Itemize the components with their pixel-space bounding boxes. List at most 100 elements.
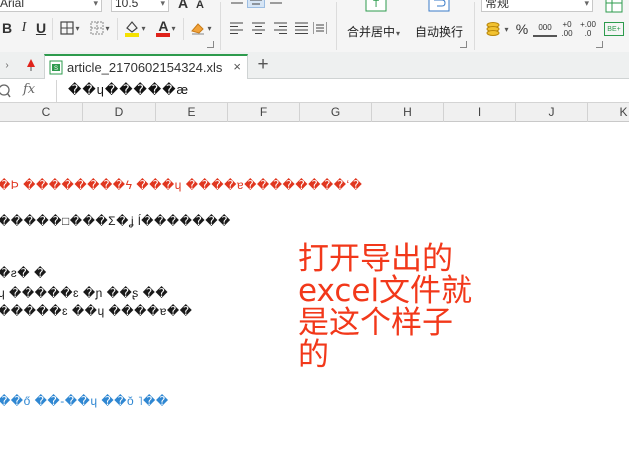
chevron-down-icon: ▾	[396, 29, 401, 38]
column-header[interactable]: F	[228, 103, 300, 122]
column-header[interactable]: E	[156, 103, 228, 122]
column-header-row: C D E F G H I J K	[0, 103, 629, 122]
separator	[52, 18, 53, 40]
column-header[interactable]: C	[10, 103, 83, 122]
document-tab-bar: › S article_2170602154324.xls × +	[0, 52, 629, 79]
decrease-decimal-icon: +.00 .0	[580, 20, 596, 38]
align-center-button[interactable]	[250, 20, 266, 36]
number-format-select[interactable]: 常规 ▾	[481, 0, 593, 12]
file-tab-name: article_2170602154324.xls	[67, 60, 223, 75]
comma-style-icon: 000	[538, 22, 552, 32]
clear-format-button[interactable]: ▾	[187, 19, 215, 37]
cell-text[interactable]: ɥ �����ɛ �ɲ ��ʂ ��	[0, 286, 168, 300]
formula-input[interactable]: ��ɥ�����æ	[68, 82, 189, 98]
shrink-font-icon: A	[196, 0, 204, 11]
cell-text[interactable]: �ƨ� �	[0, 266, 47, 280]
tab-scroll-left-icon[interactable]: ›	[2, 58, 12, 72]
grow-font-button[interactable]: A	[176, 0, 190, 11]
font-group-launcher-icon[interactable]	[207, 41, 214, 48]
chevron-down-icon: ▾	[171, 23, 176, 33]
chevron-down-icon: ▾	[105, 23, 110, 33]
wrap-text-icon	[428, 0, 450, 12]
cell-text[interactable]: �����□���Σ�ʝ ĺ�������	[0, 214, 231, 228]
chevron-down-icon: ▾	[93, 0, 98, 8]
merge-center-icon: T	[365, 0, 387, 12]
align-left-button[interactable]	[228, 20, 244, 36]
chevron-down-icon: ▾	[160, 0, 165, 8]
currency-button[interactable]: ▾	[483, 19, 511, 39]
wrap-text-button[interactable]	[428, 0, 450, 12]
fill-color-button[interactable]: ▾	[121, 18, 149, 38]
pin-tab-button[interactable]	[24, 56, 38, 72]
align-middle-button[interactable]	[247, 0, 265, 8]
spreadsheet-grid[interactable]: �Ϸ ��������ϟ ���ɥ ����ɐ��������ʻ� �����□…	[0, 122, 629, 475]
currency-icon	[486, 22, 500, 36]
column-header[interactable]: K	[588, 103, 629, 122]
bold-icon: B	[1, 20, 13, 36]
column-header[interactable]: J	[516, 103, 588, 122]
shrink-font-button[interactable]: A	[193, 0, 207, 13]
wrap-text-label-button[interactable]: 自动换行	[415, 23, 463, 40]
bold-button[interactable]: B	[0, 19, 14, 37]
merge-center-label-button[interactable]: 合并居中▾	[347, 23, 400, 40]
comma-style-button[interactable]: 000	[533, 19, 557, 37]
column-header[interactable]: G	[300, 103, 372, 122]
align-top-button[interactable]	[229, 0, 245, 6]
separator	[56, 80, 57, 102]
borders-button[interactable]: ▾	[56, 19, 84, 37]
cell-text[interactable]: �Ϸ ��������ϟ ���ɥ ����ɐ��������ʻ�	[0, 178, 363, 192]
font-color-button[interactable]: A ▾	[152, 18, 180, 38]
distributed-button[interactable]	[312, 20, 328, 36]
zoom-icon[interactable]	[0, 83, 11, 99]
justify-button[interactable]	[293, 20, 309, 36]
increase-decimal-button[interactable]: +0 .00	[558, 18, 576, 40]
file-tab[interactable]: S article_2170602154324.xls ×	[44, 54, 248, 79]
distributed-icon	[313, 22, 327, 34]
table-style-button[interactable]: BE+	[604, 22, 624, 36]
align-right-button[interactable]	[272, 20, 288, 36]
number-group-launcher-icon[interactable]	[596, 41, 603, 48]
new-tab-button[interactable]: +	[254, 54, 272, 76]
italic-icon: I	[21, 20, 27, 35]
separator	[474, 2, 475, 50]
underline-icon: U	[35, 20, 47, 36]
pin-icon	[27, 59, 35, 71]
font-size-value: 10.5	[115, 0, 139, 10]
cell-text[interactable]: �����ɛ ��ɥ ����ɐ��	[0, 304, 192, 318]
separator	[336, 2, 337, 50]
column-header[interactable]: H	[372, 103, 444, 122]
cell-style-button[interactable]: ▾	[86, 19, 114, 37]
close-icon[interactable]: ×	[233, 59, 241, 74]
percent-icon: %	[515, 21, 529, 37]
align-center-icon	[251, 22, 265, 34]
column-header[interactable]: I	[444, 103, 516, 122]
merge-center-button[interactable]: T	[365, 0, 387, 12]
align-right-icon	[273, 22, 287, 34]
underline-button[interactable]: U	[34, 19, 48, 37]
annotation-line: 是这个样子	[298, 305, 453, 341]
align-top-icon	[231, 2, 243, 4]
annotation-line: excel文件就	[298, 273, 473, 309]
chevron-down-icon: ▾	[75, 23, 80, 33]
column-header[interactable]: D	[83, 103, 156, 122]
percent-button[interactable]: %	[513, 19, 531, 39]
decrease-decimal-button[interactable]: +.00 .0	[579, 18, 597, 40]
cell-text[interactable]: ��ő ��-��ɥ ��ŏ ˥��	[0, 394, 169, 408]
chevron-down-icon: ▾	[141, 23, 146, 33]
chevron-down-icon: ▾	[504, 24, 509, 34]
align-bottom-button[interactable]	[268, 0, 284, 6]
number-format-value: 常规	[485, 0, 510, 10]
italic-button[interactable]: I	[17, 19, 31, 37]
conditional-format-icon	[605, 0, 623, 13]
borders-icon	[60, 21, 75, 35]
increase-decimal-icon: +0 .00	[561, 20, 573, 38]
chevron-down-icon: ▾	[584, 0, 589, 8]
wrap-text-label: 自动换行	[415, 25, 464, 39]
font-size-select[interactable]: 10.5 ▾	[111, 0, 169, 12]
merge-center-label: 合并居中	[347, 25, 396, 39]
function-icon[interactable]: fx	[23, 82, 35, 97]
alignment-group-launcher-icon[interactable]	[460, 41, 467, 48]
font-name-select[interactable]: Arial ▾	[0, 0, 102, 12]
conditional-format-button[interactable]	[604, 0, 624, 14]
align-middle-icon	[250, 0, 262, 5]
